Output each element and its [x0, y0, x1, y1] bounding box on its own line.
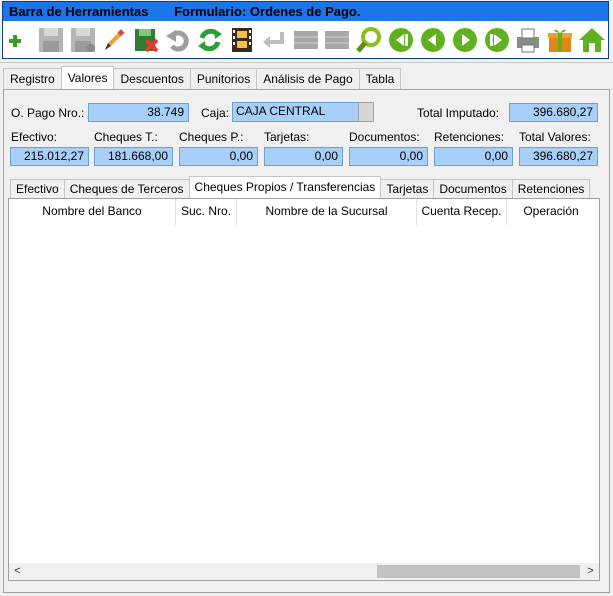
valores-panel: O. Pago Nro.: 38.749 Caja: CAJA CENTRAL … — [3, 89, 610, 593]
caja-label: Caja: — [201, 106, 230, 120]
toolbar-buttons — [3, 21, 608, 58]
tarjetas-field: 0,00 — [264, 147, 343, 166]
cheques-p-label: Cheques P.: — [179, 130, 244, 144]
prev-record-button[interactable] — [417, 23, 449, 57]
undo-icon — [166, 29, 189, 51]
save-icon — [38, 27, 63, 52]
caja-select[interactable]: CAJA CENTRAL — [232, 102, 359, 122]
grid-header: Nombre del Banco Suc. Nro. Nombre de la … — [9, 199, 595, 225]
scroll-left-arrow[interactable]: < — [9, 563, 26, 580]
save-button[interactable] — [35, 23, 67, 57]
subtab-cheques-de-terceros[interactable]: Cheques de Terceros — [63, 179, 190, 198]
save-as-icon — [70, 27, 95, 52]
home-icon — [579, 27, 606, 52]
documentos-field: 0,00 — [349, 147, 428, 166]
toolbar-title-left: Barra de Herramientas — [9, 4, 149, 19]
undo-button[interactable] — [162, 23, 194, 57]
grid-icon — [293, 30, 318, 49]
col-operacion[interactable]: Operación — [507, 199, 595, 225]
col-nombre-de-la-sucursal[interactable]: Nombre de la Sucursal — [237, 199, 417, 225]
film-button[interactable] — [226, 23, 258, 57]
grid-alt-button[interactable] — [321, 23, 353, 57]
subtab-retenciones[interactable]: Retenciones — [511, 179, 591, 198]
grid-alt-icon — [325, 30, 350, 49]
retenciones-label: Retenciones: — [434, 130, 505, 144]
home-button[interactable] — [576, 23, 608, 57]
retenciones-field: 0,00 — [434, 147, 513, 166]
col-suc-nro[interactable]: Suc. Nro. — [176, 199, 237, 225]
prev-record-icon — [420, 27, 445, 52]
total-imputado-field: 396.680,27 — [509, 103, 598, 122]
add-button[interactable] — [3, 23, 35, 57]
subtab-cheques-propios-transferencias[interactable]: Cheques Propios / Transferencias — [188, 176, 382, 198]
toolbar-title: Barra de Herramientas Formulario: Ordene… — [9, 4, 382, 20]
gift-icon — [548, 29, 573, 52]
opago-number-field[interactable]: 38.749 — [88, 103, 189, 122]
tab-tabla[interactable]: Tabla — [358, 68, 402, 89]
tarjetas-label: Tarjetas: — [264, 130, 310, 144]
edit-button[interactable] — [99, 23, 131, 57]
opago-label: O. Pago Nro.: — [11, 106, 85, 120]
cheques-p-field: 0,00 — [179, 147, 258, 166]
form-title: Formulario: Ordenes de Pago. — [174, 4, 361, 19]
first-record-icon — [389, 27, 414, 52]
col-cuenta-recep[interactable]: Cuenta Recep. — [417, 199, 507, 225]
documentos-label: Documentos: — [349, 130, 420, 144]
total-imputado-label: Total Imputado: — [417, 106, 500, 120]
refresh-icon — [197, 28, 222, 51]
print-button[interactable] — [513, 23, 545, 57]
cheques-t-field: 181.668,00 — [94, 147, 173, 166]
delete-button[interactable] — [130, 23, 162, 57]
cheques-t-label: Cheques T.: — [94, 130, 158, 144]
search-button[interactable] — [353, 23, 385, 57]
grid-button[interactable] — [290, 23, 322, 57]
efectivo-label: Efectivo: — [11, 130, 58, 144]
tab-descuentos[interactable]: Descuentos — [113, 68, 191, 89]
printer-icon — [517, 28, 540, 52]
subtab-efectivo[interactable]: Efectivo — [10, 179, 65, 198]
toolbar-divider — [0, 62, 613, 63]
tab-analisis-de-pago[interactable]: Análisis de Pago — [256, 68, 360, 89]
main-tabs: Registro Valores Descuentos Punitorios A… — [3, 66, 402, 90]
scroll-right-arrow[interactable]: > — [582, 563, 599, 580]
save-as-button[interactable] — [67, 23, 99, 57]
tab-valores[interactable]: Valores — [60, 66, 115, 89]
first-record-button[interactable] — [385, 23, 417, 57]
cheques-propios-grid[interactable]: Nombre del Banco Suc. Nro. Nombre de la … — [8, 198, 600, 581]
add-icon — [8, 34, 21, 47]
ordenes-de-pago-window: Barra de Herramientas Formulario: Ordene… — [0, 0, 613, 596]
last-record-button[interactable] — [481, 23, 513, 57]
total-valores-label: Total Valores: — [519, 130, 591, 144]
total-valores-field: 396.680,27 — [519, 147, 598, 166]
return-button[interactable] — [258, 23, 290, 57]
toolbar-frame: Barra de Herramientas Formulario: Ordene… — [2, 1, 609, 59]
refresh-button[interactable] — [194, 23, 226, 57]
efectivo-field: 215.012,27 — [10, 147, 89, 166]
col-nombre-del-banco[interactable]: Nombre del Banco — [9, 199, 176, 225]
horizontal-scrollbar[interactable]: < > — [9, 563, 599, 580]
next-record-icon — [452, 27, 477, 52]
next-record-button[interactable] — [449, 23, 481, 57]
tab-registro[interactable]: Registro — [3, 68, 62, 89]
subtab-documentos[interactable]: Documentos — [433, 179, 513, 198]
scroll-thumb[interactable] — [377, 565, 580, 578]
return-icon — [262, 31, 284, 48]
caja-dropdown-button[interactable] — [358, 102, 374, 122]
tab-punitorios[interactable]: Punitorios — [189, 68, 258, 89]
last-record-icon — [484, 27, 509, 52]
gift-button[interactable] — [544, 23, 576, 57]
valores-sub-tabs: Efectivo Cheques de Terceros Cheques Pro… — [10, 176, 591, 198]
toolbar: Barra de Herramientas Formulario: Ordene… — [0, 0, 613, 62]
film-icon — [231, 27, 252, 52]
search-icon — [356, 26, 382, 53]
edit-pencil-icon — [105, 28, 125, 50]
subtab-tarjetas[interactable]: Tarjetas — [380, 179, 435, 198]
delete-icon — [135, 28, 159, 52]
